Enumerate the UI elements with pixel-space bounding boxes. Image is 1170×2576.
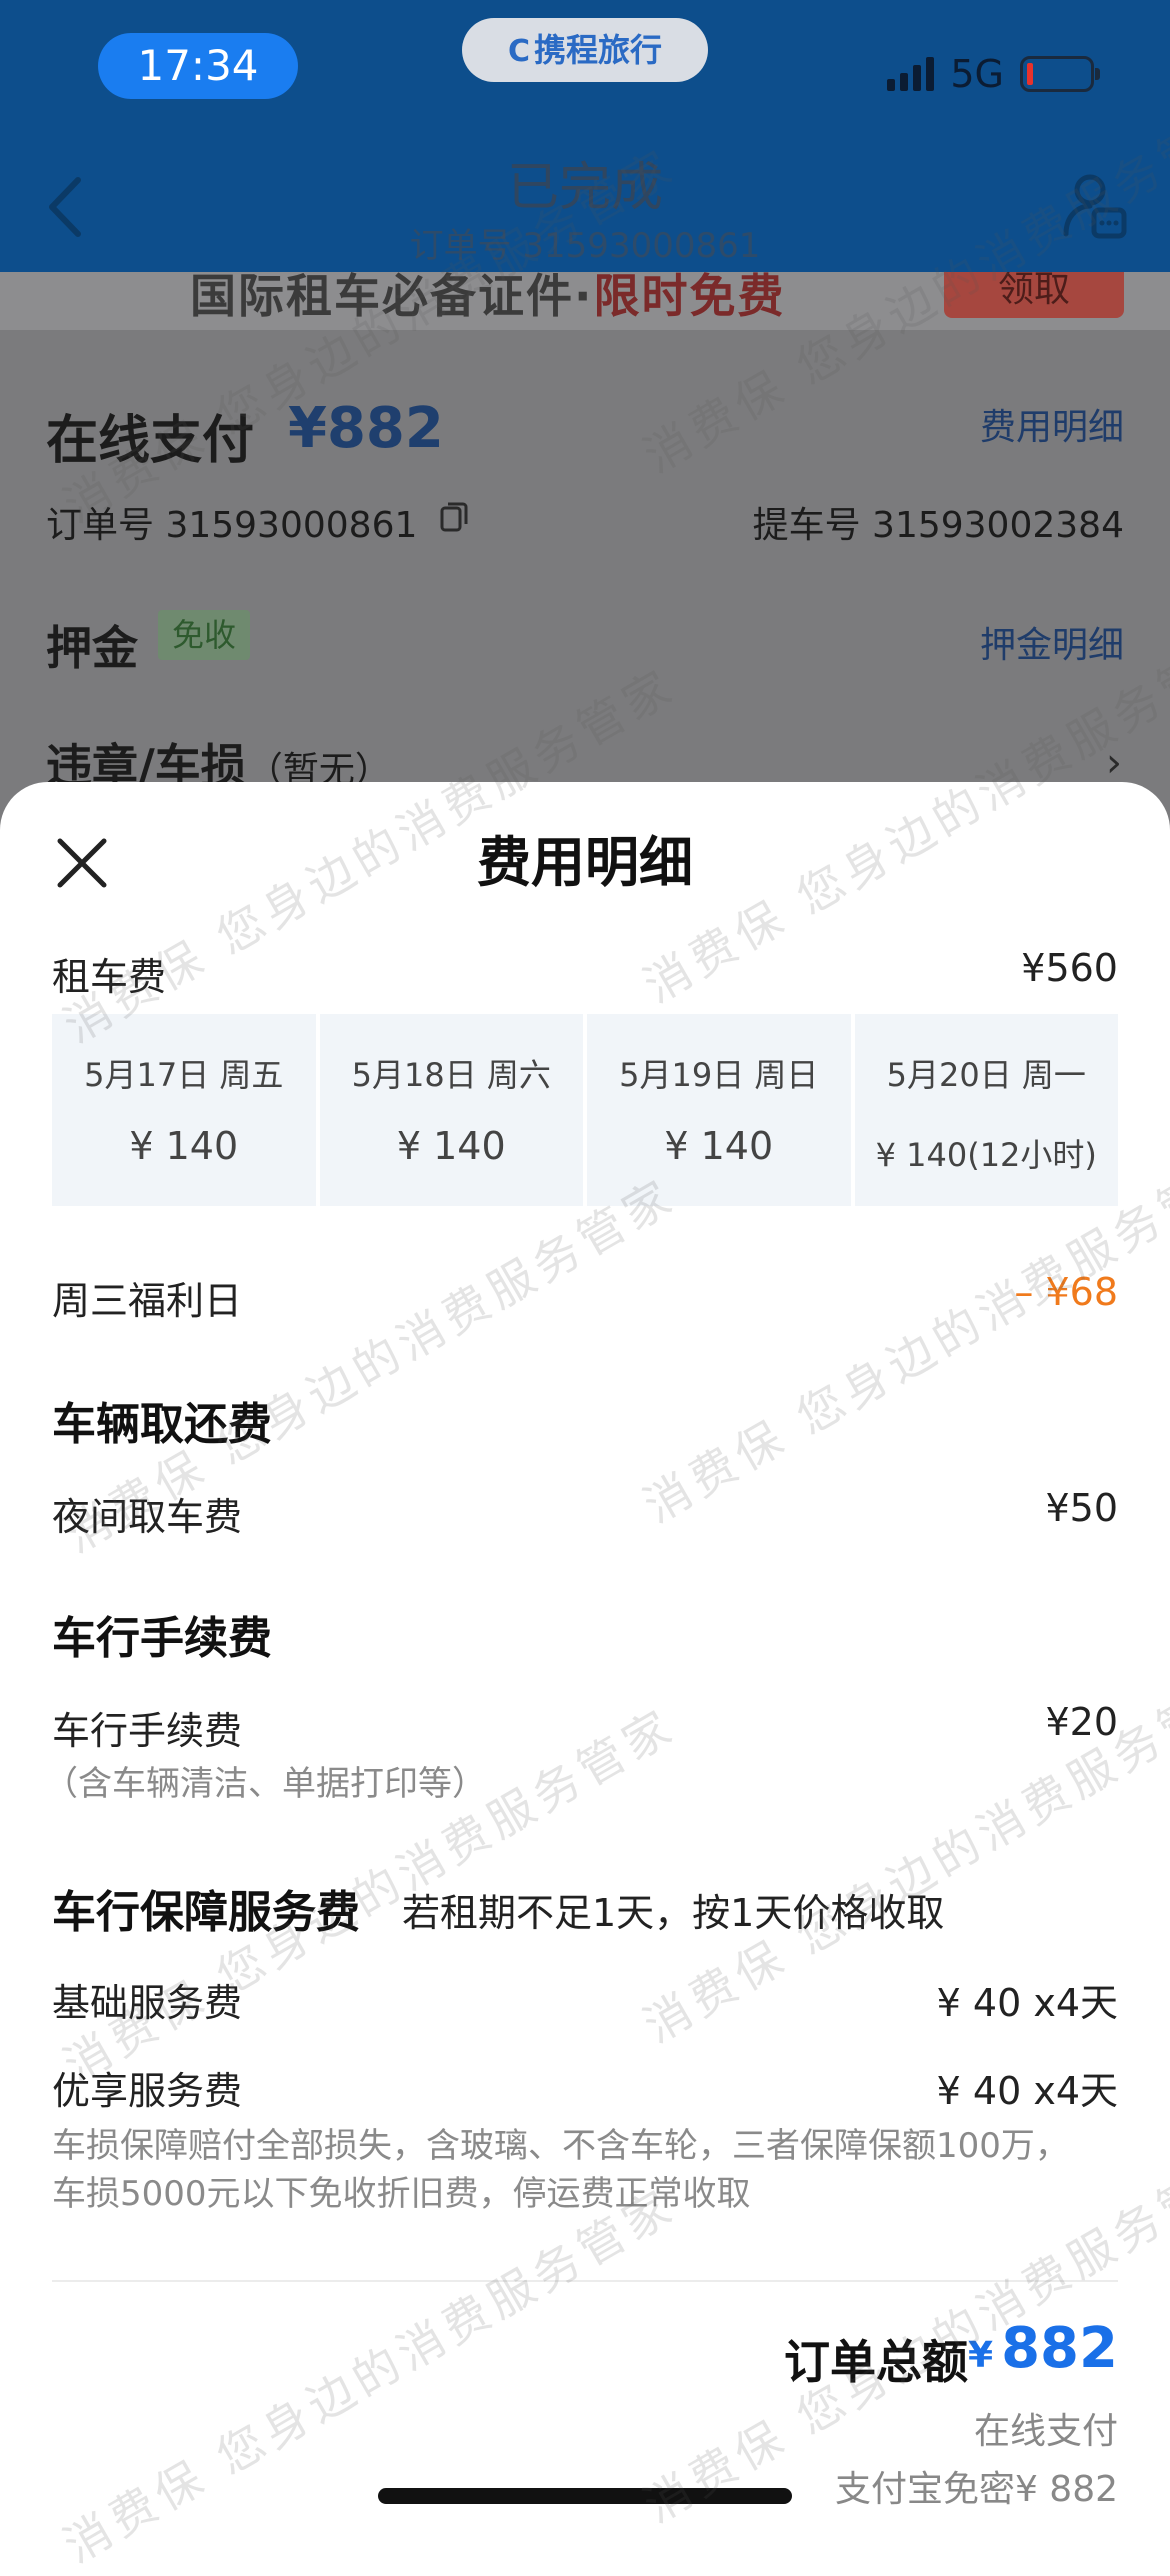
day-cell: 5月19日 周日 ¥ 140 xyxy=(587,1014,851,1206)
deposit-waived-badge: 免收 xyxy=(158,610,251,660)
day-date: 5月18日 周六 xyxy=(351,1056,551,1094)
page-title: 已完成 xyxy=(506,158,663,218)
payment-amount: ¥882 xyxy=(288,396,444,461)
handling-section-title: 车行手续费 xyxy=(52,1613,272,1664)
deposit-title: 押金 xyxy=(46,621,138,675)
signal-icon xyxy=(887,57,935,91)
home-indicator[interactable] xyxy=(378,2488,792,2504)
day-price: ¥ 140 xyxy=(396,1124,506,1168)
status-time: 17:34 xyxy=(98,33,298,99)
basic-service-value: ¥ 40 x4天 xyxy=(936,1981,1118,2025)
sheet-title: 费用明细 xyxy=(477,831,693,894)
battery-icon xyxy=(1020,56,1100,92)
order-number: 订单号 31593000861 xyxy=(46,505,418,546)
day-price: ¥ 140(12小时) xyxy=(875,1136,1097,1174)
handling-fee-label: 车行手续费 xyxy=(52,1709,243,1753)
brand-logo-icon: C xyxy=(507,34,530,69)
night-pickup-fee-label: 夜间取车费 xyxy=(52,1495,243,1539)
chevron-right-icon: › xyxy=(1106,740,1122,786)
premium-service-label: 优享服务费 xyxy=(52,2069,243,2113)
rental-fee-label: 租车费 xyxy=(52,955,167,999)
promo-text: 国际租车必备证件·限时免费 xyxy=(190,272,786,323)
premium-service-value: ¥ 40 x4天 xyxy=(936,2069,1118,2113)
status-indicators: 5G xyxy=(887,50,1100,98)
header-bar: 17:34 C 携程旅行 5G 已完成 订单号 31593000861 xyxy=(0,0,1170,272)
day-price: ¥ 140 xyxy=(664,1124,774,1168)
payment-detail: 支付宝免密¥ 882 xyxy=(834,2469,1118,2510)
premium-service-note: 车损保障赔付全部损失，含玻璃、不含车轮，三者保障保额100万，车损5000元以下… xyxy=(52,2126,1069,2214)
rental-fee-value: ¥560 xyxy=(1021,946,1118,990)
payment-method: 在线支付 xyxy=(973,2411,1118,2452)
daily-price-grid: 5月17日 周五 ¥ 140 5月18日 周六 ¥ 140 5月19日 周日 ¥… xyxy=(52,1014,1118,1206)
handling-fee-note: （含车辆清洁、单据打印等） xyxy=(44,1764,486,1804)
discount-value: – ¥68 xyxy=(1014,1270,1118,1314)
brand-name: 携程旅行 xyxy=(534,31,663,69)
customer-service-icon[interactable] xyxy=(1060,170,1130,242)
handling-fee-value: ¥20 xyxy=(1045,1700,1118,1744)
discount-label: 周三福利日 xyxy=(52,1279,243,1323)
pickup-return-section-title: 车辆取还费 xyxy=(52,1399,272,1450)
day-cell: 5月17日 周五 ¥ 140 xyxy=(52,1014,316,1206)
protection-note: 若租期不足1天，按1天价格收取 xyxy=(402,1891,945,1935)
copy-icon[interactable] xyxy=(440,502,468,532)
day-date: 5月19日 周日 xyxy=(619,1056,819,1094)
day-cell: 5月18日 周六 ¥ 140 xyxy=(319,1014,583,1206)
night-pickup-fee-value: ¥50 xyxy=(1045,1486,1118,1530)
pickup-number: 提车号 31593002384 xyxy=(752,505,1124,546)
promo-banner[interactable]: 国际租车必备证件·限时免费 领取 xyxy=(0,272,1170,332)
day-price: ¥ 140 xyxy=(129,1124,239,1168)
brand-badge[interactable]: C 携程旅行 xyxy=(462,18,708,82)
promo-claim-button[interactable]: 领取 xyxy=(944,272,1124,318)
protection-section-title: 车行保障服务费 xyxy=(52,1887,360,1938)
deposit-detail-link[interactable]: 押金明细 xyxy=(980,616,1124,668)
day-cell: 5月20日 周一 ¥ 140(12小时) xyxy=(854,1014,1118,1206)
header-order-number: 订单号 31593000861 xyxy=(409,226,761,266)
fee-detail-link[interactable]: 费用明细 xyxy=(980,398,1124,450)
divider xyxy=(52,2280,1118,2282)
day-date: 5月17日 周五 xyxy=(84,1056,284,1094)
payment-title: 在线支付 xyxy=(46,411,255,471)
day-date: 5月20日 周一 xyxy=(886,1056,1086,1094)
network-type: 5G xyxy=(950,52,1004,96)
order-total-value: ¥882 xyxy=(968,2316,1118,2381)
basic-service-label: 基础服务费 xyxy=(52,1981,243,2025)
order-total-label: 订单总额 xyxy=(784,2335,968,2389)
